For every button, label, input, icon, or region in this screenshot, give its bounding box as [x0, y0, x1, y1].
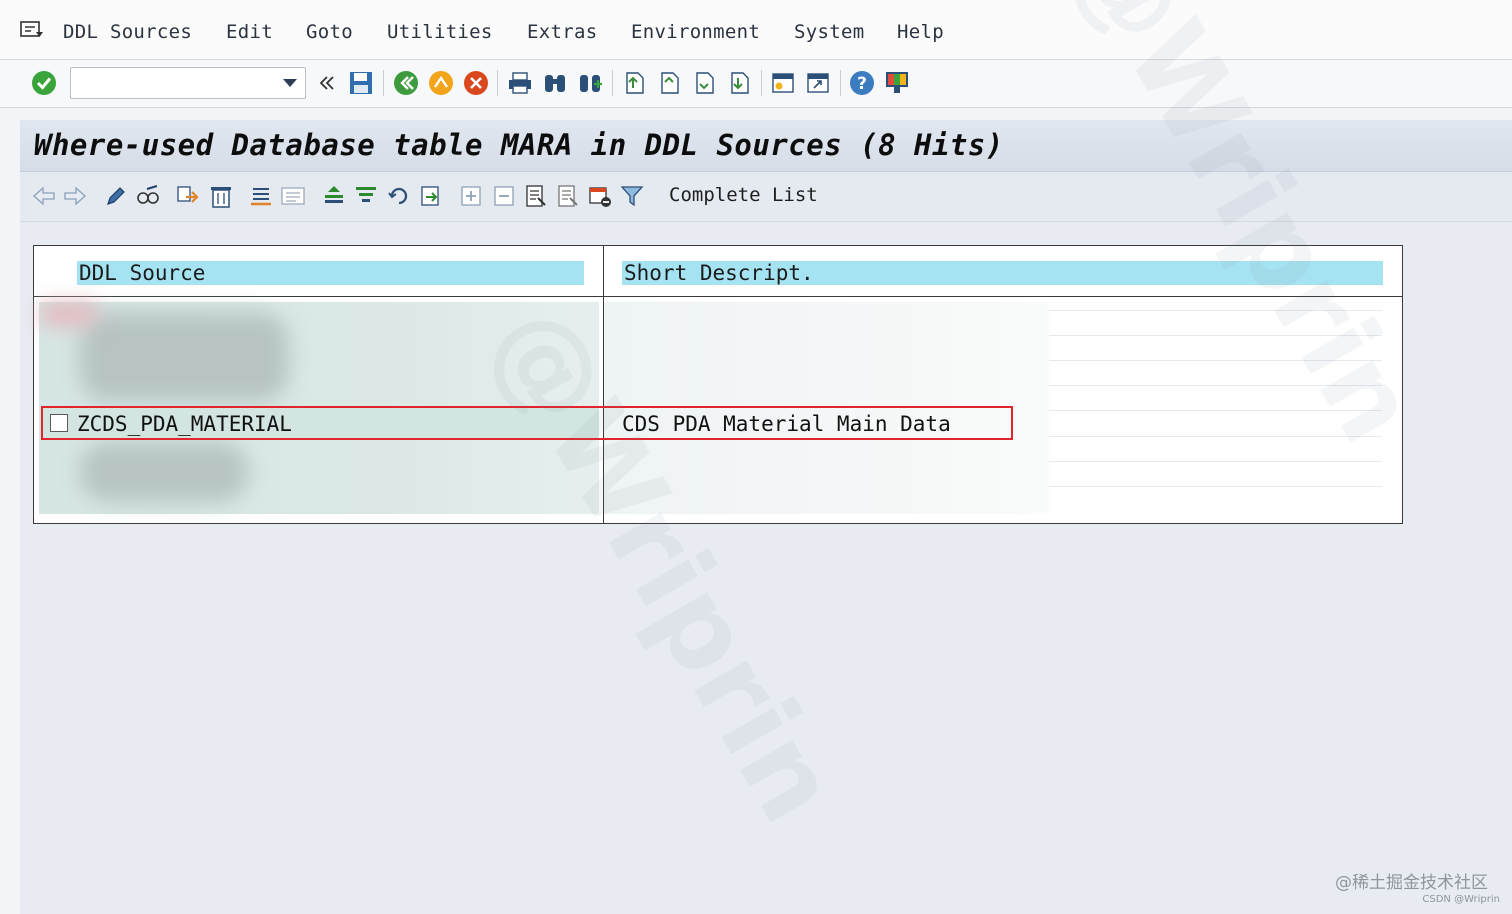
- results-grid: DDL Source Short Descript. ZCDS_PDA_MATE…: [33, 245, 1403, 524]
- menu-goto[interactable]: Goto: [306, 21, 353, 43]
- grid-header: DDL Source Short Descript.: [34, 246, 1402, 297]
- save-icon[interactable]: [346, 68, 376, 98]
- shortcut-icon[interactable]: [803, 68, 833, 98]
- print-icon[interactable]: [505, 68, 535, 98]
- credit-sub-label: CSDN @Wriprin: [1422, 894, 1500, 905]
- complete-list-button[interactable]: Complete List: [669, 184, 818, 206]
- toolbar-separator: [383, 70, 384, 96]
- credit-label: @稀土掘金技术社区: [1335, 873, 1488, 893]
- toolbar-separator: [497, 70, 498, 96]
- next-page-icon[interactable]: [689, 68, 719, 98]
- command-input[interactable]: [75, 71, 275, 95]
- menu-extras[interactable]: Extras: [527, 21, 597, 43]
- new-session-icon[interactable]: [768, 68, 798, 98]
- chevron-down-icon[interactable]: [283, 79, 297, 87]
- deselect-all-icon[interactable]: [554, 182, 582, 210]
- column-divider: [603, 246, 604, 523]
- display-change-icon[interactable]: [134, 182, 162, 210]
- command-field[interactable]: [70, 67, 306, 99]
- menu-toggle-icon[interactable]: [20, 20, 44, 40]
- export-icon[interactable]: [417, 182, 445, 210]
- svg-text:?: ?: [857, 74, 867, 94]
- delete-icon[interactable]: [207, 182, 235, 210]
- pencil-icon[interactable]: [102, 182, 130, 210]
- detail-icon[interactable]: [279, 182, 307, 210]
- last-page-icon[interactable]: [724, 68, 754, 98]
- customize-layout-icon[interactable]: [882, 68, 912, 98]
- collapse-tree-icon[interactable]: [490, 182, 518, 210]
- page-title: Where-used Database table MARA in DDL So…: [34, 128, 1004, 162]
- toolbar-separator: [840, 70, 841, 96]
- find-icon[interactable]: [540, 68, 570, 98]
- sort-ascending-icon[interactable]: [320, 182, 348, 210]
- enter-icon[interactable]: [29, 68, 59, 98]
- sort-icon[interactable]: [247, 182, 275, 210]
- menu-ddl-sources[interactable]: DDL Sources: [63, 21, 192, 43]
- cancel-icon[interactable]: [461, 68, 491, 98]
- expand-icon[interactable]: [457, 182, 485, 210]
- refresh-icon[interactable]: [385, 182, 413, 210]
- menu-system[interactable]: System: [794, 21, 864, 43]
- column-header-short-descript[interactable]: Short Descript.: [622, 261, 1383, 285]
- screen-title-bar: Where-used Database table MARA in DDL So…: [20, 120, 1512, 172]
- highlight-box: [41, 406, 1013, 440]
- remove-icon[interactable]: [586, 182, 614, 210]
- arrow-right-icon[interactable]: [61, 182, 89, 210]
- column-header-ddl-source[interactable]: DDL Source: [77, 261, 584, 285]
- back-icon[interactable]: [391, 68, 421, 98]
- exit-icon[interactable]: [426, 68, 456, 98]
- where-used-icon[interactable]: [173, 182, 201, 210]
- select-all-icon[interactable]: [522, 182, 550, 210]
- filter-icon[interactable]: [618, 182, 646, 210]
- toolbar-separator: [612, 70, 613, 96]
- first-page-icon[interactable]: [619, 68, 649, 98]
- find-next-icon[interactable]: [575, 68, 605, 98]
- menu-bar: DDL Sources Edit Goto Utilities Extras E…: [0, 0, 1512, 60]
- arrow-left-icon[interactable]: [30, 182, 58, 210]
- help-icon[interactable]: ?: [847, 68, 877, 98]
- menu-environment[interactable]: Environment: [631, 21, 760, 43]
- previous-page-icon[interactable]: [654, 68, 684, 98]
- filter-list-icon[interactable]: [352, 182, 380, 210]
- menu-help[interactable]: Help: [897, 21, 944, 43]
- collapse-icon[interactable]: [312, 68, 342, 98]
- menu-edit[interactable]: Edit: [226, 21, 273, 43]
- toolbar-separator: [761, 70, 762, 96]
- menu-utilities[interactable]: Utilities: [387, 21, 493, 43]
